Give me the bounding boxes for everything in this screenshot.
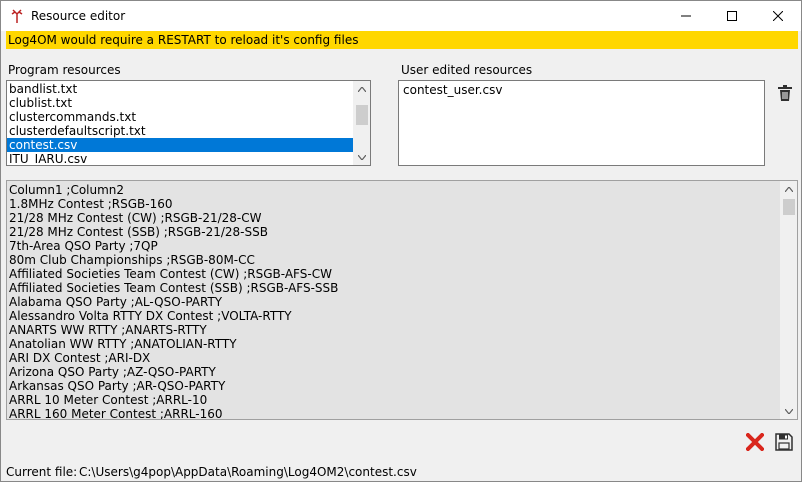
delete-button[interactable] [773,81,797,105]
content-line: Column1 ;Column2 [9,183,125,197]
program-resources-list[interactable]: bandlist.txt clublist.txt clustercommands.… [6,80,371,166]
content-line: ARI DX Contest ;ARI-DX [9,351,151,365]
maximize-icon [727,11,737,21]
trash-icon [778,85,792,101]
user-resources-label: User edited resources [401,63,533,77]
chevron-up-icon [785,186,793,192]
status-bar: Current file: C:\Users\g4pop\AppData\Roa… [1,463,801,481]
current-file-path: C:\Users\g4pop\AppData\Roaming\Log4OM2\c… [79,465,417,479]
floppy-disk-icon [775,433,793,451]
program-resource-item[interactable]: clublist.txt [7,96,354,110]
minimize-button[interactable] [663,1,709,31]
content-line: 1.8MHz Contest ;RSGB-160 [9,197,173,211]
content-scrollbar[interactable] [780,181,797,419]
program-resource-item[interactable]: bandlist.txt [7,82,354,96]
resource-content-editor[interactable]: Column1 ;Column2 1.8MHz Contest ;RSGB-160… [6,180,798,420]
resource-editor-window: Resource editor Log4OM would require a R… [0,0,802,482]
content-line: ARRL 10 Meter Contest ;ARRL-10 [9,393,208,407]
program-resources-label: Program resources [8,63,121,77]
content-line: Anatolian WW RTTY ;ANATOLIAN-RTTY [9,337,237,351]
content-scroll-down-button[interactable] [781,403,797,419]
chevron-up-icon [358,86,366,92]
content-line: 21/28 MHz Contest (SSB) ;RSGB-21/28-SSB [9,225,268,239]
content-line: Arizona QSO Party ;AZ-QSO-PARTY [9,365,216,379]
content-line: 7th-Area QSO Party ;7QP [9,239,158,253]
window-title: Resource editor [31,9,126,23]
cancel-button[interactable] [743,430,767,454]
program-resources-scrollbar[interactable] [353,81,370,165]
content-line: ANARTS WW RTTY ;ANARTS-RTTY [9,323,207,337]
content-scroll-thumb[interactable] [783,199,795,215]
save-button[interactable] [772,430,796,454]
scroll-up-button[interactable] [354,81,370,97]
content-line: Alabama QSO Party ;AL-QSO-PARTY [9,295,223,309]
scroll-thumb[interactable] [356,105,368,125]
content-scroll-up-button[interactable] [781,181,797,197]
close-button[interactable] [755,1,801,31]
scroll-down-button[interactable] [354,149,370,165]
antenna-icon [11,9,23,23]
chevron-down-icon [785,408,793,414]
program-resource-item[interactable]: clusterdefaultscript.txt [7,124,354,138]
content-line: Alessandro Volta RTTY DX Contest ;VOLTA-… [9,309,292,323]
program-resource-item[interactable]: contest.csv [7,138,354,152]
content-line: Affiliated Societies Team Contest (SSB) … [9,281,339,295]
chevron-down-icon [358,154,366,160]
content-line: 21/28 MHz Contest (CW) ;RSGB-21/28-CW [9,211,262,225]
title-bar[interactable]: Resource editor [1,1,801,31]
program-resource-item[interactable]: clustercommands.txt [7,110,354,124]
current-file-label: Current file: [6,465,78,479]
minimize-icon [681,15,691,17]
restart-warning-banner: Log4OM would require a RESTART to reload… [6,31,798,49]
maximize-button[interactable] [709,1,755,31]
close-icon [773,11,783,21]
program-resource-item[interactable]: ITU_IARU.csv [7,152,354,165]
user-resource-item[interactable]: contest_user.csv [401,83,502,97]
content-line: 80m Club Championships ;RSGB-80M-CC [9,253,255,267]
user-resources-list[interactable]: contest_user.csv [398,80,765,166]
red-x-icon [746,433,764,451]
content-line: Arkansas QSO Party ;AR-QSO-PARTY [9,379,226,393]
content-line: Affiliated Societies Team Contest (CW) ;… [9,267,332,281]
content-line: ARRL 160 Meter Contest ;ARRL-160 [9,407,223,420]
